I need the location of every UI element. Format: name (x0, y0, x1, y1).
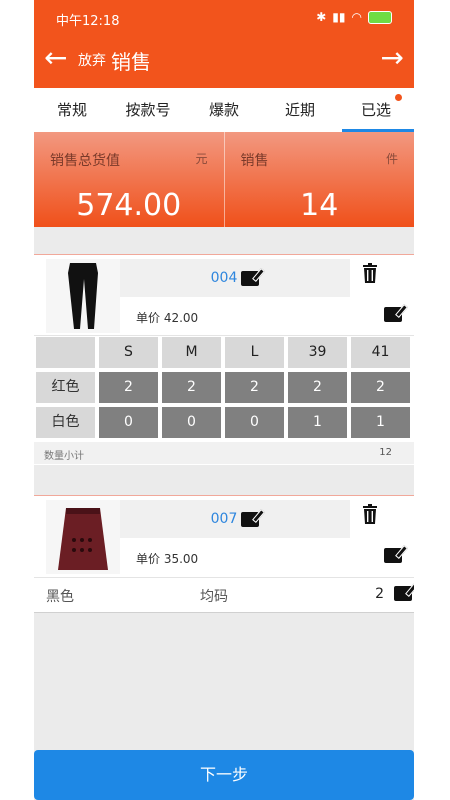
subtotal-label: 数量小计 (44, 451, 84, 462)
variant-row: 黑色 均码 2 (34, 577, 414, 613)
tab-selected-label: 已选 (360, 101, 391, 119)
page-title: 销售 (111, 50, 151, 74)
quantity-cell[interactable]: 2 (288, 372, 347, 403)
unit-price: 单价 42.00 (136, 311, 199, 325)
price-edit-icon[interactable] (384, 307, 402, 322)
product-code-box[interactable]: 004 (120, 259, 350, 297)
tab-bar: 常规 按款号 爆款 近期 已选 (34, 88, 414, 132)
quantity-cell[interactable]: 2 (225, 372, 284, 403)
size-header: S (99, 337, 158, 368)
abandon-button[interactable]: 放弃 (78, 50, 106, 70)
product-code: 004 (210, 270, 238, 286)
tab-hot[interactable]: 爆款 (186, 88, 262, 132)
total-value-label: 销售总货值 (50, 153, 120, 169)
edit-icon[interactable] (241, 270, 260, 286)
color-label: 红色 (36, 372, 95, 403)
product-thumbnail[interactable] (46, 259, 120, 333)
app-screen: 中午12:18 ✱ ▮▮ ◠ ← 放弃 销售 → 常规 按款号 爆款 近期 已选… (34, 0, 414, 800)
bluetooth-icon: ✱ (316, 10, 327, 24)
leggings-image (46, 259, 120, 333)
size-header: L (225, 337, 284, 368)
grid-header-row: S M L 39 41 (36, 337, 414, 372)
top-bar: ← 放弃 销售 → (34, 36, 414, 88)
quantity-cell[interactable]: 0 (225, 407, 284, 438)
tab-selected[interactable]: 已选 (338, 88, 414, 132)
color-label: 白色 (36, 407, 95, 438)
next-step-button[interactable]: 下一步 (34, 750, 414, 800)
size-quantity-grid: S M L 39 41 红色 2 2 2 2 2 白色 0 0 0 1 1 (34, 337, 414, 442)
tab-by-style[interactable]: 按款号 (110, 88, 186, 132)
quantity-cell[interactable]: 2 (351, 372, 410, 403)
variant-size: 均码 (200, 589, 228, 605)
skirt-image (46, 500, 120, 574)
status-icons: ✱ ▮▮ ◠ (316, 10, 392, 24)
unit-price: 单价 35.00 (136, 552, 199, 566)
divider (34, 335, 414, 336)
edit-icon[interactable] (241, 511, 260, 527)
count-card: 销售 件 14 (223, 132, 415, 227)
quantity-cell[interactable]: 1 (288, 407, 347, 438)
wifi-icon: ◠ (351, 10, 362, 24)
subtotal-value: 12 (379, 447, 392, 458)
size-header: M (162, 337, 221, 368)
count-label: 销售 (240, 153, 269, 169)
size-header: 39 (288, 337, 347, 368)
quantity-cell[interactable]: 2 (99, 372, 158, 403)
product-thumbnail[interactable] (46, 500, 120, 574)
grid-row-white: 白色 0 0 0 1 1 (36, 407, 414, 442)
quantity-cell[interactable]: 2 (162, 372, 221, 403)
quantity-subtotal: 数量小计 12 (34, 442, 414, 464)
total-value-unit: 元 (195, 152, 208, 166)
quantity-cell[interactable]: 0 (99, 407, 158, 438)
signal-icon: ▮▮ (332, 10, 346, 24)
quantity-cell[interactable]: 0 (162, 407, 221, 438)
variant-quantity: 2 (375, 586, 384, 602)
tab-regular[interactable]: 常规 (34, 88, 110, 132)
total-value: 574.00 (76, 188, 182, 223)
size-header: 41 (351, 337, 410, 368)
status-time: 中午12:18 (56, 14, 120, 29)
back-arrow-icon[interactable]: ← (44, 44, 67, 72)
quantity-edit-icon[interactable] (394, 586, 412, 601)
tab-recent[interactable]: 近期 (262, 88, 338, 132)
quantity-cell[interactable]: 1 (351, 407, 410, 438)
count-unit: 件 (385, 152, 398, 166)
price-edit-icon[interactable] (384, 548, 402, 563)
status-bar: 中午12:18 ✱ ▮▮ ◠ (34, 0, 414, 36)
grid-row-red: 红色 2 2 2 2 2 (36, 372, 414, 407)
product-code-box[interactable]: 007 (120, 500, 350, 538)
product-card: 007 单价 35.00 (34, 495, 414, 578)
total-value-card: 销售总货值 元 574.00 (34, 132, 224, 227)
battery-icon (368, 10, 392, 24)
grid-corner (36, 337, 95, 368)
trash-icon[interactable] (362, 504, 378, 524)
notification-dot (395, 94, 402, 101)
sales-summary: 销售总货值 元 574.00 销售 件 14 (34, 132, 414, 227)
trash-icon[interactable] (362, 263, 378, 283)
product-card: 004 单价 42.00 S M L 39 41 红色 2 2 2 2 2 白色… (34, 254, 414, 465)
variant-color: 黑色 (46, 589, 74, 605)
count-value: 14 (300, 188, 339, 223)
product-code: 007 (210, 511, 238, 527)
forward-arrow-icon[interactable]: → (381, 44, 404, 72)
